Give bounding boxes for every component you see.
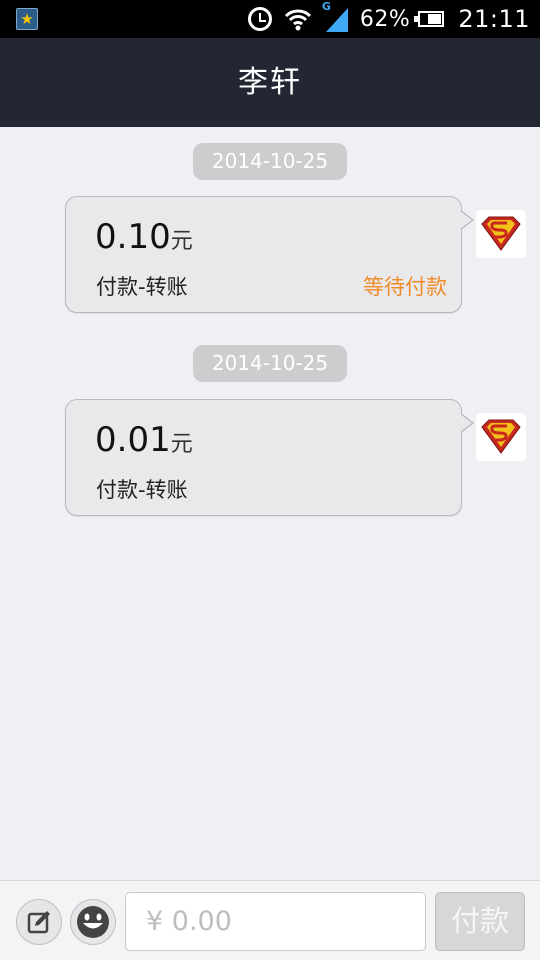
superman-logo-icon	[481, 216, 521, 251]
smiley-icon	[77, 906, 109, 938]
title-bar: 李轩	[0, 38, 540, 127]
amount-input[interactable]	[125, 892, 426, 951]
emoji-button[interactable]	[70, 899, 116, 945]
page-title: 李轩	[238, 65, 302, 100]
edit-button[interactable]	[16, 899, 62, 945]
payment-description: 付款-转账	[96, 275, 188, 299]
battery-icon	[414, 11, 445, 27]
clock: 21:11	[458, 5, 530, 33]
battery-percent: 62%	[359, 6, 411, 32]
amount-value: 0.01	[95, 420, 171, 460]
pay-button[interactable]: 付款	[435, 892, 525, 951]
status-bar: ★ G 62% 21:11	[0, 0, 540, 38]
amount-value: 0.10	[95, 217, 171, 257]
amount-unit: 元	[170, 229, 193, 254]
payment-amount: 0.10元	[95, 217, 193, 257]
payment-status: 等待付款	[363, 275, 447, 299]
payment-description: 付款-转账	[96, 478, 188, 502]
avatar[interactable]	[476, 210, 526, 258]
signal-type-label: G	[321, 0, 331, 13]
amount-unit: 元	[170, 432, 193, 457]
date-separator: 2014-10-25	[193, 345, 347, 382]
chat-area[interactable]: 2014-10-25 0.10元 付款-转账 等待付款 2014-10-25 0…	[0, 127, 540, 880]
edit-icon	[27, 911, 50, 934]
battery-fill	[427, 14, 442, 24]
alarm-icon	[247, 7, 272, 31]
signal-icon: G	[322, 0, 348, 32]
app-star-icon: ★	[16, 8, 38, 30]
payment-bubble[interactable]: 0.10元 付款-转账 等待付款	[65, 196, 474, 313]
payment-amount: 0.01元	[95, 420, 193, 460]
wifi-icon	[284, 9, 311, 31]
avatar[interactable]	[476, 413, 526, 461]
status-indicators: G 62% 21:11	[247, 0, 530, 38]
payment-bubble[interactable]: 0.01元 付款-转账	[65, 399, 474, 516]
date-separator: 2014-10-25	[193, 143, 347, 180]
input-bar: 付款	[0, 880, 540, 960]
superman-logo-icon	[481, 419, 521, 454]
